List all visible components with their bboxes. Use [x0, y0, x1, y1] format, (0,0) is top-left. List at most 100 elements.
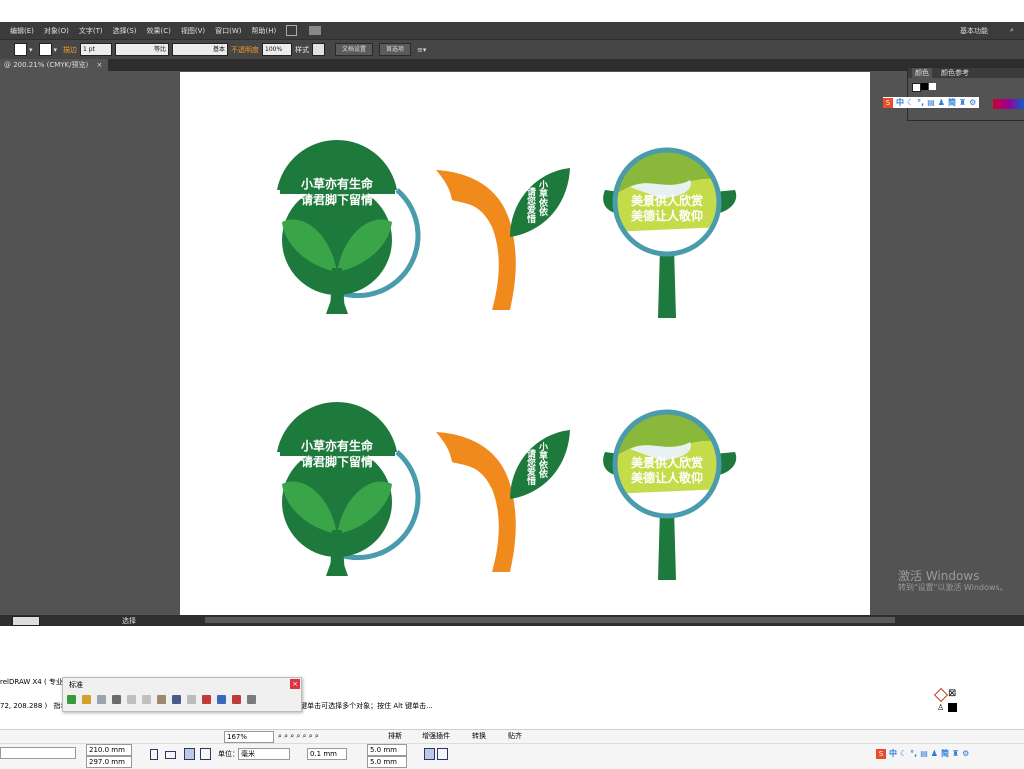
stroke-label[interactable]: 描边: [63, 45, 77, 55]
export-icon[interactable]: [217, 695, 226, 704]
shirt-icon[interactable]: ♜: [959, 98, 966, 107]
redo-icon[interactable]: [187, 695, 196, 704]
moon-icon[interactable]: ☾: [900, 749, 907, 758]
menu-view[interactable]: 视图(V): [181, 26, 205, 36]
punctuation-icon[interactable]: °,: [910, 749, 917, 758]
current-page-icon[interactable]: [200, 748, 211, 760]
spectrum-bar[interactable]: [993, 99, 1024, 109]
style-swatch[interactable]: [312, 43, 326, 56]
page-height-field[interactable]: 297.0 mm: [86, 756, 132, 768]
standard-toolbar[interactable]: 标准 ×: [62, 677, 302, 712]
close-icon[interactable]: ×: [290, 679, 300, 689]
status-mode-label[interactable]: 选择: [122, 616, 136, 626]
sprout-sign-bottom: 小草依依 请您爱惜: [436, 430, 570, 572]
unit-select[interactable]: 毫米: [238, 748, 290, 760]
stroke-dropdown-icon[interactable]: ▾: [54, 46, 58, 54]
paste-icon[interactable]: [157, 695, 166, 704]
portrait-icon[interactable]: [150, 749, 158, 760]
zoom-tools-icon[interactable]: ⌕ ⌕ ⌕ ⌕ ⌕ ⌕ ⌕: [278, 731, 319, 741]
nudge-field[interactable]: 0.1 mm: [307, 748, 347, 760]
panel-menu-icon[interactable]: ≡▾: [417, 46, 426, 54]
black-outline-swatch[interactable]: [948, 703, 957, 712]
arrange-docs-icon[interactable]: [309, 26, 322, 35]
black-swatch[interactable]: [921, 83, 928, 90]
new-icon[interactable]: [67, 695, 76, 704]
import-icon[interactable]: [202, 695, 211, 704]
stroke-swatch[interactable]: [38, 43, 52, 56]
user-icon[interactable]: ♟: [938, 98, 945, 107]
stroke-weight-field[interactable]: 1 pt: [80, 43, 113, 56]
ime-mode-label[interactable]: 中: [889, 748, 897, 759]
cd-title: relDRAW X4 ( 专业版: [0, 678, 70, 686]
no-fill-swatch[interactable]: ⊠: [948, 689, 956, 699]
landscape-icon[interactable]: [165, 751, 176, 759]
ime-script-label[interactable]: 简: [948, 97, 956, 108]
leaf-text-2: 请您爱惜: [525, 186, 537, 224]
horizontal-scrollbar[interactable]: [205, 617, 895, 623]
keyboard-icon[interactable]: ▤: [920, 749, 928, 758]
fill-dropdown-icon[interactable]: ▾: [29, 46, 33, 54]
menu-effect[interactable]: 效果(C): [147, 26, 171, 36]
workspace-switcher[interactable]: 基本功能: [960, 26, 988, 36]
tab-color-guide[interactable]: 颜色参考: [938, 68, 972, 78]
convert-button[interactable]: 转换: [472, 731, 486, 741]
duplicate-x-field[interactable]: 5.0 mm: [367, 744, 407, 756]
menu-object[interactable]: 对象(O): [44, 26, 69, 36]
enhance-plugin-button[interactable]: 增强插件: [422, 731, 450, 741]
punctuation-icon[interactable]: °,: [917, 98, 924, 107]
none-swatch[interactable]: [912, 83, 921, 92]
profile-select[interactable]: 等比: [115, 43, 170, 56]
paper-size-select[interactable]: [0, 747, 76, 759]
ime-script-label[interactable]: 简: [941, 748, 949, 759]
print-icon[interactable]: [112, 695, 121, 704]
menu-select[interactable]: 选择(S): [113, 26, 137, 36]
artboard-nav-field[interactable]: [12, 616, 40, 626]
artboard[interactable]: 小草亦有生命 请君脚下留情 小草依依 请您爱惜 美景供人欣赏 美德让人敬仰 小草…: [180, 72, 870, 615]
save-icon[interactable]: [97, 695, 106, 704]
standard-toolbar-title: 标准: [69, 681, 83, 689]
document-tab[interactable]: @ 200.21% (CMYK/预览) ×: [0, 59, 109, 71]
close-icon[interactable]: ×: [96, 61, 102, 69]
brush-select[interactable]: 基本: [172, 43, 229, 56]
user-icon[interactable]: ♟: [931, 749, 938, 758]
cut-icon[interactable]: [127, 695, 136, 704]
open-icon[interactable]: [82, 695, 91, 704]
white-swatch[interactable]: [929, 83, 936, 90]
ime-toolbar-top[interactable]: S 中 ☾ °, ▤ ♟ 简 ♜ ⚙: [883, 97, 980, 108]
page-width-field[interactable]: 210.0 mm: [86, 744, 132, 756]
search-icon[interactable]: ⌕: [1010, 26, 1014, 35]
menu-type[interactable]: 文字(T): [79, 26, 103, 36]
launcher-icon[interactable]: [232, 695, 241, 704]
keyboard-icon[interactable]: ▤: [927, 98, 935, 107]
options-icon[interactable]: [247, 695, 256, 704]
ime-mode-label[interactable]: 中: [896, 97, 904, 108]
page-options-icon[interactable]: [437, 748, 448, 760]
duplicate-y-field[interactable]: 5.0 mm: [367, 756, 407, 768]
undo-icon[interactable]: [172, 695, 181, 704]
gear-icon[interactable]: ⚙: [962, 749, 969, 758]
tree-text-line1: 小草亦有生命: [301, 176, 374, 191]
pen-tool-icon[interactable]: ♙: [937, 703, 944, 712]
fill-tool-icon[interactable]: [933, 687, 949, 703]
all-pages-icon[interactable]: [184, 748, 195, 760]
opacity-label[interactable]: 不透明度: [231, 45, 259, 55]
menu-edit[interactable]: 编辑(E): [10, 26, 34, 36]
menu-window[interactable]: 窗口(W): [215, 26, 241, 36]
preferences-button[interactable]: 首选项: [379, 43, 412, 56]
ime-toolbar-bottom[interactable]: S 中 ☾ °, ▤ ♟ 简 ♜ ⚙: [876, 748, 972, 759]
opacity-field[interactable]: 100%: [262, 43, 293, 56]
fill-swatch[interactable]: [14, 43, 27, 56]
copy-icon[interactable]: [142, 695, 151, 704]
document-setup-button[interactable]: 文档设置: [335, 43, 374, 56]
snap-icon[interactable]: [424, 748, 435, 760]
snap-button[interactable]: 贴齐: [508, 731, 522, 741]
arrange-button[interactable]: 排斯: [388, 731, 402, 741]
moon-icon[interactable]: ☾: [907, 98, 914, 107]
zoom-select[interactable]: 167%: [224, 731, 274, 743]
bridge-icon[interactable]: [286, 25, 298, 36]
tab-color[interactable]: 颜色: [912, 68, 932, 78]
menu-help[interactable]: 帮助(H): [252, 26, 277, 36]
shirt-icon[interactable]: ♜: [952, 749, 959, 758]
gear-icon[interactable]: ⚙: [969, 98, 976, 107]
cd-status-hint: Shift 键单击可选择多个对象；按住 Alt 键单击...: [282, 702, 433, 710]
